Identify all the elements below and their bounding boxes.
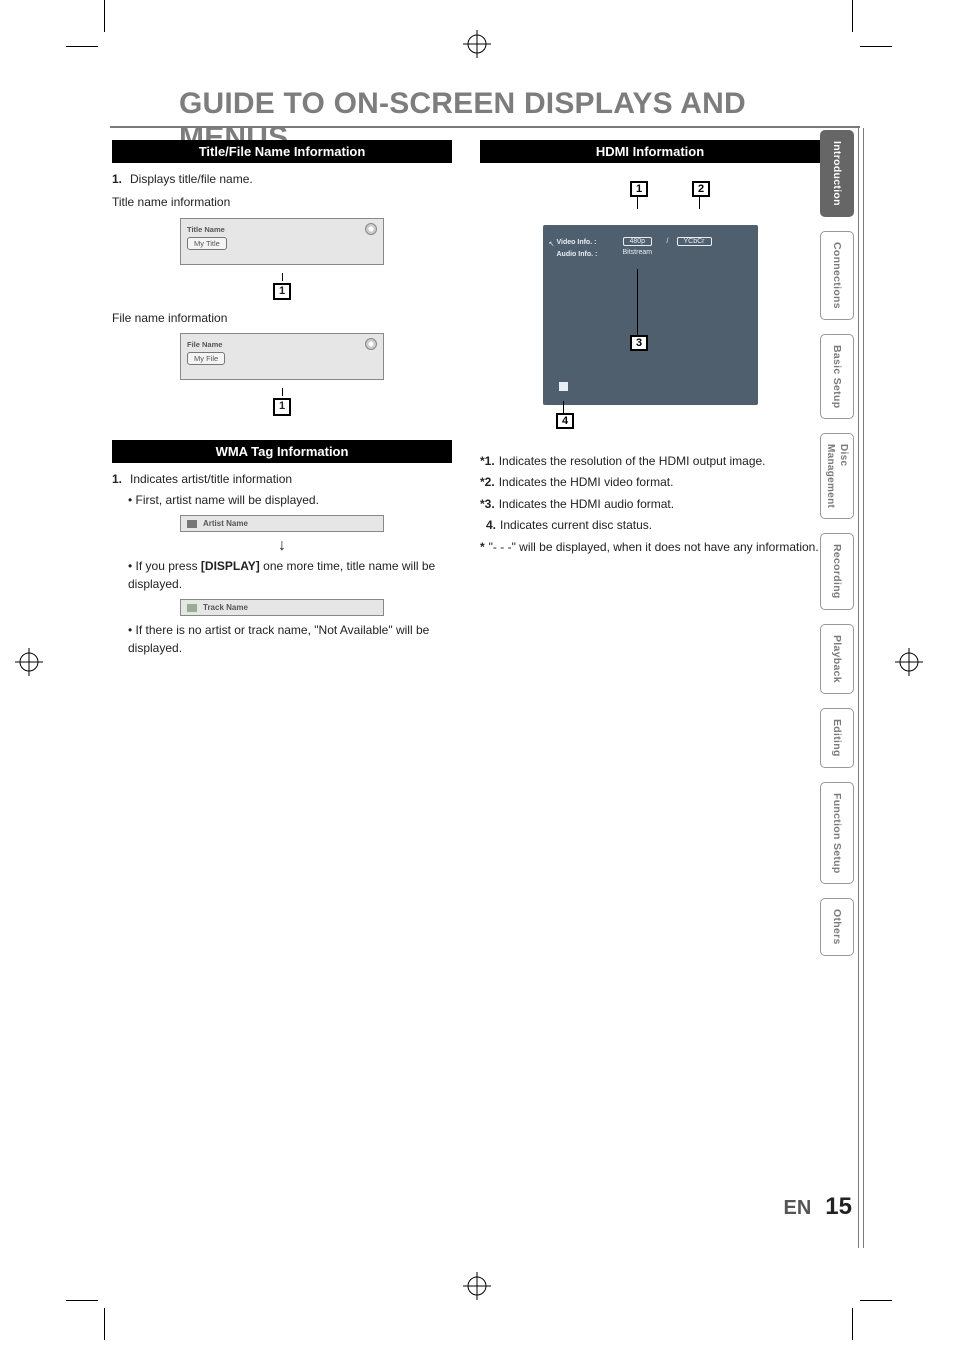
tab-label: Playback xyxy=(831,635,843,683)
tab-disc-management[interactable]: Management Disc xyxy=(820,433,854,519)
tab-basic-setup[interactable]: Basic Setup xyxy=(820,334,854,419)
tab-editing[interactable]: Editing xyxy=(820,708,854,768)
list-text: Displays title/file name. xyxy=(130,171,253,188)
note-text: Indicates the resolution of the HDMI out… xyxy=(499,453,766,470)
side-tabs: Introduction Connections Basic Setup Man… xyxy=(820,130,854,970)
tab-label: Editing xyxy=(831,719,843,757)
crop-mark-icon xyxy=(860,46,892,47)
callout-number: 4 xyxy=(556,413,574,429)
sub-label: Title name information xyxy=(112,194,452,211)
tab-label: Connections xyxy=(831,242,843,309)
bullet-item: • If you press [DISPLAY] one more time, … xyxy=(128,558,452,593)
osd-value: My File xyxy=(187,352,225,365)
tab-label: Basic Setup xyxy=(831,345,843,408)
tab-label: Introduction xyxy=(831,141,843,206)
tab-label: Management xyxy=(825,444,836,508)
note-prefix: * xyxy=(480,539,485,556)
osd-track-panel: Track Name xyxy=(180,599,384,616)
left-column: Title/File Name Information 1. Displays … xyxy=(112,140,452,659)
separator: / xyxy=(667,238,669,245)
crop-mark-icon xyxy=(66,1300,98,1301)
crop-mark-icon xyxy=(852,1308,853,1340)
divider xyxy=(858,128,859,1248)
artist-icon xyxy=(187,520,197,528)
osd-value: YCbCr xyxy=(677,237,712,246)
tab-label: Others xyxy=(831,909,843,945)
tab-label: Recording xyxy=(831,544,843,599)
osd-file-panel: File Name My File xyxy=(180,333,384,380)
disc-icon xyxy=(365,223,377,235)
registration-mark-icon xyxy=(463,1272,491,1300)
crop-mark-icon xyxy=(852,0,853,32)
section-heading: WMA Tag Information xyxy=(112,440,452,463)
list-text: Indicates artist/title information xyxy=(130,471,292,488)
osd-value: Track Name xyxy=(203,603,248,612)
stop-icon xyxy=(559,382,568,391)
note-prefix: 4. xyxy=(486,517,496,534)
callout-number: 1 xyxy=(273,283,291,300)
notes: *1. Indicates the resolution of the HDMI… xyxy=(480,453,820,556)
registration-mark-icon xyxy=(895,648,923,676)
registration-mark-icon xyxy=(15,648,43,676)
tab-introduction[interactable]: Introduction xyxy=(820,130,854,217)
header-rule xyxy=(110,126,860,128)
tab-recording[interactable]: Recording xyxy=(820,533,854,610)
crop-mark-icon xyxy=(66,46,98,47)
tab-function-setup[interactable]: Function Setup xyxy=(820,782,854,885)
tab-label: Disc xyxy=(838,444,849,508)
callout: 1 xyxy=(112,388,452,415)
arrow-down-icon: ↓ xyxy=(112,538,452,554)
registration-mark-icon xyxy=(463,30,491,58)
note-prefix: *1. xyxy=(480,453,495,470)
note-prefix: *3. xyxy=(480,496,495,513)
osd-artist-panel: Artist Name xyxy=(180,515,384,532)
note-text: Indicates the HDMI audio format. xyxy=(499,496,674,513)
osd-label: Video Info. : xyxy=(557,239,597,246)
note-text: Indicates the HDMI video format. xyxy=(499,474,674,491)
callout-number: 3 xyxy=(630,335,648,351)
bullet-text: • If you press [DISPLAY] one more time, … xyxy=(128,558,452,593)
osd-value: Artist Name xyxy=(203,519,248,528)
page-footer: EN 15 xyxy=(784,1193,853,1221)
bullet-text: • If there is no artist or track name, "… xyxy=(128,622,452,657)
sub-label: File name information xyxy=(112,310,452,327)
osd-header: Title Name xyxy=(187,225,377,234)
callout-number: 1 xyxy=(273,398,291,415)
bullet-item: • First, artist name will be displayed. xyxy=(128,492,452,509)
cursor-icon: ↖ xyxy=(549,240,555,248)
tab-label: Function Setup xyxy=(831,793,843,874)
page-number: 15 xyxy=(825,1193,852,1221)
note-text: Indicates current disc status. xyxy=(500,517,652,534)
list-item: 1. Displays title/file name. xyxy=(112,171,452,188)
note-prefix: *2. xyxy=(480,474,495,491)
divider xyxy=(863,128,864,1248)
note-text: "- - -" will be displayed, when it does … xyxy=(489,539,819,556)
section-heading: Title/File Name Information xyxy=(112,140,452,163)
osd-label: Audio Info. : xyxy=(557,251,598,258)
track-icon xyxy=(187,604,197,612)
osd-value: 480p xyxy=(623,237,653,246)
section-heading: HDMI Information xyxy=(480,140,820,163)
list-number: 1. xyxy=(112,471,126,488)
bullet-text: • First, artist name will be displayed. xyxy=(128,492,319,509)
list-item: 1. Indicates artist/title information xyxy=(112,471,452,488)
osd-title-panel: Title Name My Title xyxy=(180,218,384,265)
tab-connections[interactable]: Connections xyxy=(820,231,854,320)
page-language: EN xyxy=(784,1197,812,1220)
osd-header: File Name xyxy=(187,340,377,349)
tab-playback[interactable]: Playback xyxy=(820,624,854,694)
tab-others[interactable]: Others xyxy=(820,898,854,956)
osd-value: Bitstream xyxy=(623,249,653,256)
osd-value: My Title xyxy=(187,237,227,250)
crop-mark-icon xyxy=(104,0,105,32)
callout: 1 xyxy=(112,273,452,300)
bullet-item: • If there is no artist or track name, "… xyxy=(128,622,452,657)
list-number: 1. xyxy=(112,171,126,188)
manual-page: GUIDE TO ON-SCREEN DISPLAYS AND MENUS In… xyxy=(0,0,954,1351)
hdmi-osd-panel: ↖ Video Info. : Audio Info. : 480p / YCb… xyxy=(543,225,758,405)
crop-mark-icon xyxy=(104,1308,105,1340)
crop-mark-icon xyxy=(860,1300,892,1301)
right-column: HDMI Information 1 2 ↖ Video Info. : Aud… xyxy=(480,140,820,560)
